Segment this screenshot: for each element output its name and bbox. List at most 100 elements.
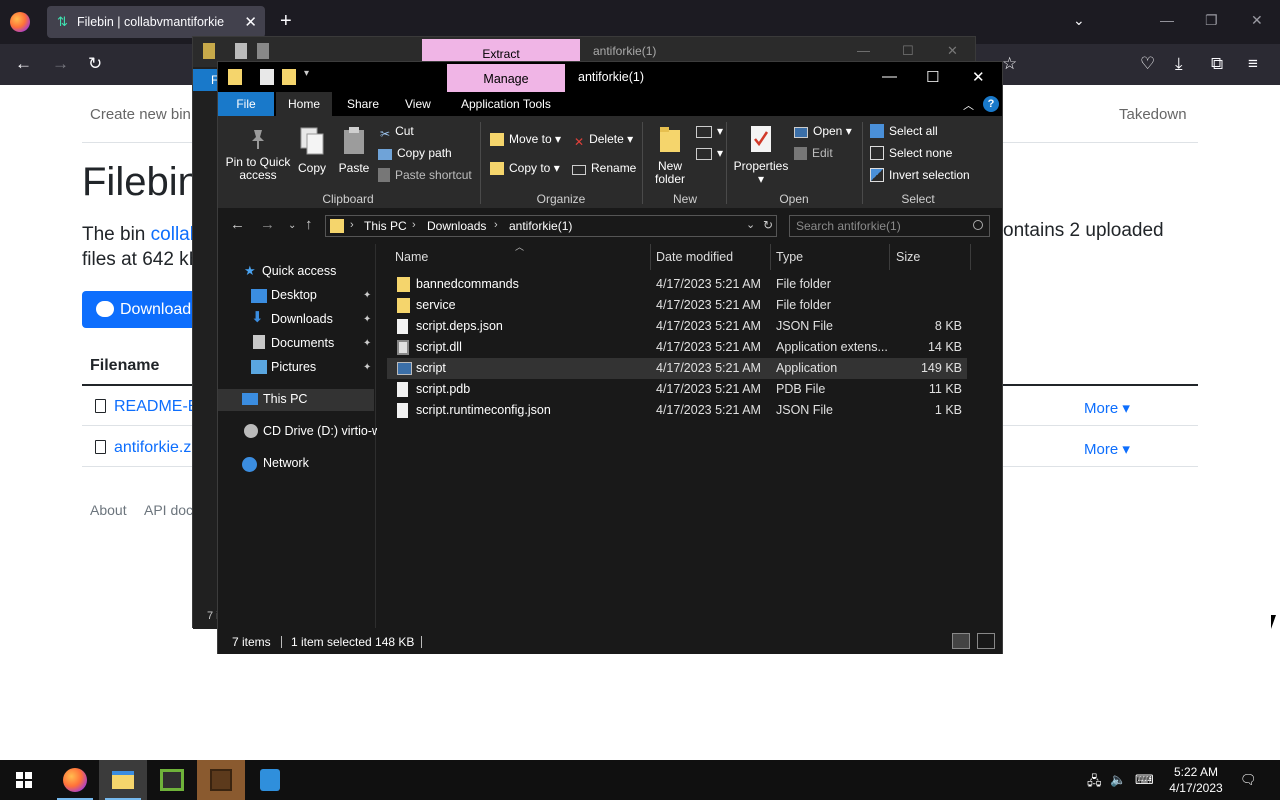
pin-to-quick-access-button[interactable]: Pin to Quick access	[224, 128, 292, 182]
file-row[interactable]: script.pdb 4/17/2023 5:21 AM PDB File 11…	[387, 379, 967, 400]
file-row-selected[interactable]: script 4/17/2023 5:21 AM Application 149…	[387, 358, 967, 379]
large-icons-view-icon[interactable]	[977, 633, 995, 649]
tab-application-tools[interactable]: Application Tools	[461, 92, 551, 116]
select-all-button[interactable]: Select all	[870, 124, 938, 138]
list-all-tabs-icon[interactable]: ⌄	[1073, 12, 1085, 29]
back-icon[interactable]: ←	[15, 54, 32, 74]
file-row[interactable]: script.runtimeconfig.json 4/17/2023 5:21…	[387, 400, 967, 421]
firefox-menu-icon[interactable]	[10, 12, 30, 32]
new-folder-button[interactable]: New folder	[648, 126, 692, 186]
browser-tab-active[interactable]: ⇅ Filebin | collabvmantiforkie ✕	[47, 6, 265, 38]
properties-button[interactable]: Properties ▾	[732, 124, 790, 186]
nav-quick-access[interactable]: Quick access	[262, 264, 336, 278]
explorer-titlebar[interactable]: ▾ Manage antiforkie(1) — ☐ ✕	[218, 62, 1002, 93]
file-row[interactable]: service 4/17/2023 5:21 AM File folder	[387, 295, 967, 316]
delete-button[interactable]: ✕ Delete ▾	[574, 132, 633, 149]
bin-file-link[interactable]: antiforkie.z	[95, 439, 191, 457]
file-more-dropdown[interactable]: More ▾	[1084, 399, 1130, 417]
maximize-icon[interactable]: ☐	[902, 43, 914, 59]
taskbar-app-blue[interactable]	[246, 760, 294, 800]
nav-this-pc[interactable]: This PC	[263, 392, 307, 406]
minimize-icon[interactable]: —	[882, 68, 897, 85]
nav-documents[interactable]: Documents	[271, 336, 334, 350]
refresh-icon[interactable]: ↻	[763, 218, 773, 232]
network-status-icon[interactable]: 🖧	[1087, 772, 1102, 794]
help-icon[interactable]: ?	[983, 96, 999, 112]
tab-file[interactable]: File	[218, 92, 274, 116]
search-input[interactable]: Search antiforkie(1)	[789, 215, 990, 237]
address-bar[interactable]: › This PC › Downloads › antiforkie(1) ⌄ …	[325, 215, 777, 237]
create-new-bin-link[interactable]: Create new bin	[90, 106, 191, 123]
pocket-icon[interactable]: ♡	[1140, 54, 1155, 74]
breadcrumb-this-pc[interactable]: This PC	[364, 219, 407, 233]
rename-button[interactable]: Rename	[572, 161, 636, 175]
bin-file-link[interactable]: README-E	[95, 398, 198, 416]
paste-button[interactable]: Paste	[336, 126, 372, 175]
file-more-dropdown[interactable]: More ▾	[1084, 440, 1130, 458]
taskbar-clock[interactable]: 5:22 AM 4/17/2023	[1163, 764, 1229, 796]
takedown-link[interactable]: Takedown	[1119, 106, 1187, 123]
volume-muted-icon[interactable]: 🔈	[1110, 772, 1126, 788]
copy-path-button[interactable]: Copy path	[378, 146, 452, 160]
reload-icon[interactable]: ↻	[88, 54, 102, 74]
easy-access-button[interactable]: ▾	[696, 146, 723, 160]
maximize-icon[interactable]: ☐	[926, 68, 939, 86]
api-doc-link[interactable]: API doc	[144, 502, 193, 518]
open-button[interactable]: Open ▾	[794, 124, 852, 138]
minimize-icon[interactable]: —	[857, 43, 870, 58]
breadcrumb-downloads[interactable]: Downloads	[427, 219, 486, 233]
nav-cd-drive[interactable]: CD Drive (D:) virtio-w	[263, 424, 381, 438]
properties-icon[interactable]	[260, 69, 274, 85]
breadcrumb-antiforkie[interactable]: antiforkie(1)	[509, 219, 572, 233]
background-file-tab[interactable]: F	[193, 69, 219, 91]
explorer-window[interactable]: ▾ Manage antiforkie(1) — ☐ ✕ File Home S…	[217, 61, 1003, 654]
hamburger-menu-icon[interactable]: ≡	[1248, 54, 1258, 74]
download-button[interactable]: Download	[82, 291, 202, 328]
extensions-icon[interactable]: ⧉	[1211, 54, 1223, 74]
file-row[interactable]: bannedcommands 4/17/2023 5:21 AM File fo…	[387, 274, 967, 295]
manage-context-tab[interactable]: Manage	[447, 64, 565, 93]
file-row[interactable]: script.dll 4/17/2023 5:21 AM Application…	[387, 337, 967, 358]
taskbar-firefox[interactable]	[51, 760, 99, 800]
close-icon[interactable]: ✕	[947, 43, 958, 59]
bookmark-star-icon[interactable]: ☆	[1002, 54, 1017, 74]
new-folder-icon[interactable]	[282, 69, 296, 85]
customize-quick-access-icon[interactable]: ▾	[304, 68, 309, 79]
taskbar-nvidia-app[interactable]	[148, 760, 196, 800]
copy-to-button[interactable]: Copy to ▾	[490, 161, 560, 175]
paste-shortcut-button[interactable]: Paste shortcut	[378, 168, 472, 182]
column-header-name[interactable]: Name	[395, 250, 428, 264]
restore-icon[interactable]: ❐	[1205, 12, 1218, 29]
back-icon[interactable]: ←	[230, 216, 245, 233]
close-tab-icon[interactable]: ✕	[244, 13, 257, 31]
keyboard-icon[interactable]: ⌨	[1135, 772, 1154, 788]
forward-icon[interactable]: →	[260, 216, 275, 233]
column-header-date[interactable]: Date modified	[656, 250, 733, 264]
windows-start-icon[interactable]	[16, 772, 32, 788]
new-tab-icon[interactable]: +	[280, 10, 292, 32]
forward-icon[interactable]: →	[52, 54, 69, 74]
up-icon[interactable]: ↑	[305, 216, 313, 233]
about-link[interactable]: About	[90, 502, 127, 518]
nav-network[interactable]: Network	[263, 456, 309, 470]
taskbar-file-explorer[interactable]	[99, 760, 147, 800]
recent-locations-icon[interactable]: ⌄	[288, 220, 296, 231]
nav-downloads[interactable]: Downloads	[271, 312, 333, 326]
downloads-icon[interactable]: ⤓	[1175, 54, 1183, 74]
column-header-type[interactable]: Type	[776, 250, 803, 264]
minimize-icon[interactable]: —	[1160, 12, 1174, 28]
copy-button[interactable]: Copy	[294, 126, 330, 175]
notifications-icon[interactable]: 🗨	[1240, 772, 1257, 788]
file-row[interactable]: script.deps.json 4/17/2023 5:21 AM JSON …	[387, 316, 967, 337]
tab-view[interactable]: View	[405, 92, 431, 116]
close-window-icon[interactable]: ✕	[1251, 12, 1263, 29]
tab-home[interactable]: Home	[276, 92, 332, 116]
collapse-ribbon-icon[interactable]: ︿	[963, 97, 974, 113]
properties-icon[interactable]	[235, 43, 247, 59]
column-header-size[interactable]: Size	[896, 250, 920, 264]
select-none-button[interactable]: Select none	[870, 146, 952, 160]
invert-selection-button[interactable]: Invert selection	[870, 168, 970, 182]
edit-button[interactable]: Edit	[794, 146, 833, 160]
new-item-button[interactable]: ▾	[696, 124, 723, 138]
cut-button[interactable]: ✂ Cut	[380, 124, 414, 141]
